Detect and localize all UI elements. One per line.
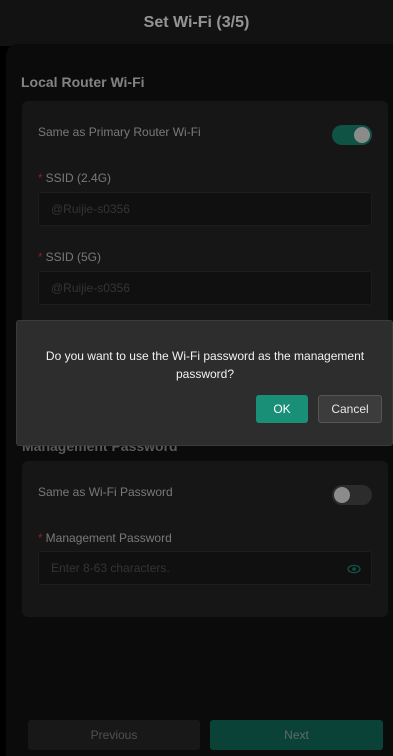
previous-button[interactable]: Previous [28,720,200,750]
page-title: Set Wi-Fi (3/5) [143,14,250,31]
confirm-dialog: Do you want to use the Wi-Fi password as… [16,320,393,446]
local-wifi-card: Same as Primary Router Wi-Fi * SSID (2.4G… [22,101,388,325]
ssid-5g-label: * SSID (5G) [38,250,102,264]
ssid-24g-input[interactable] [51,202,331,216]
same-as-wifi-toggle[interactable] [332,485,372,505]
toggle-knob [334,487,350,503]
ssid-5g-input[interactable] [51,281,331,295]
same-as-primary-toggle[interactable] [332,125,372,145]
management-password-field[interactable] [38,551,372,585]
same-as-primary-label: Same as Primary Router Wi-Fi [38,125,201,139]
required-asterisk: * [38,531,43,545]
same-as-wifi-label: Same as Wi-Fi Password [38,485,173,499]
dialog-message: Do you want to use the Wi-Fi password as… [45,349,365,381]
required-asterisk: * [38,171,43,185]
section-title-local-wifi: Local Router Wi-Fi [21,74,145,90]
top-bar: Set Wi-Fi (3/5) [0,0,393,46]
ssid-24g-field[interactable] [38,192,372,226]
ok-button[interactable]: OK [256,395,308,423]
management-password-label: * Management Password [38,531,172,545]
management-password-card: Same as Wi-Fi Password * Management Passw… [22,461,388,617]
ssid-24g-label: * SSID (2.4G) [38,171,112,185]
required-asterisk: * [38,250,43,264]
management-password-input[interactable] [51,561,331,575]
eye-icon[interactable] [347,562,361,576]
ssid-5g-field[interactable] [38,271,372,305]
cancel-button[interactable]: Cancel [318,395,382,423]
next-button[interactable]: Next [210,720,383,750]
toggle-knob [354,127,370,143]
